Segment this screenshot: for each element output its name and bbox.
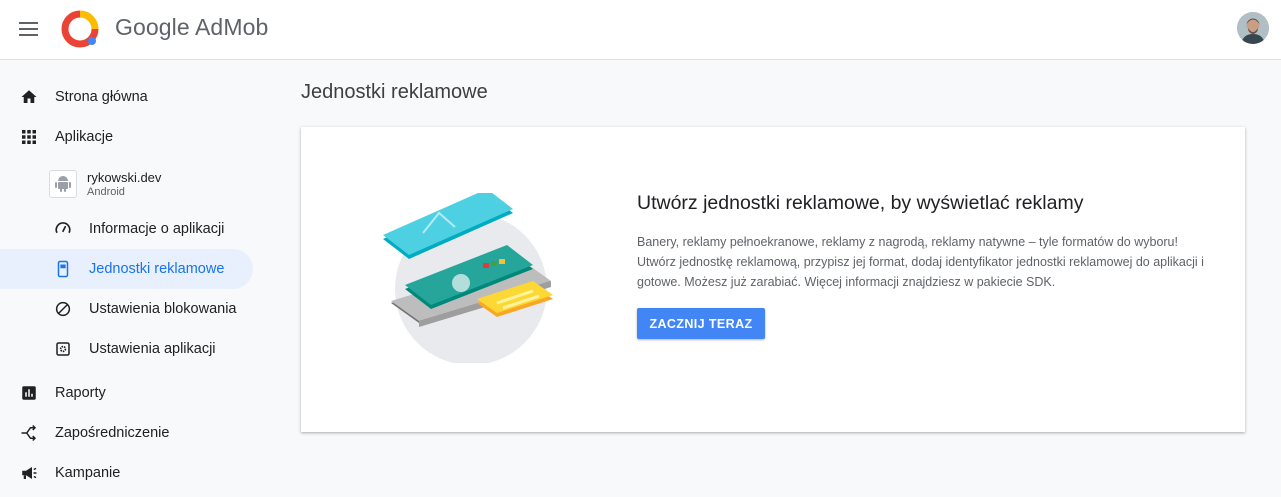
- sidebar-item-label: Kampanie: [55, 465, 121, 481]
- top-app-bar: Google AdMob: [0, 0, 1281, 60]
- get-started-button[interactable]: ZACZNIJ TERAZ: [637, 308, 765, 339]
- apps-grid-icon: [20, 128, 38, 146]
- sidebar-item-campaigns[interactable]: Kampanie: [0, 453, 253, 493]
- sidebar-nav: Strona główna Aplikacje rykowski.dev And…: [0, 60, 270, 497]
- sidebar-item-home[interactable]: Strona główna: [0, 77, 253, 117]
- sidebar-item-blocking-settings[interactable]: Ustawienia blokowania: [0, 289, 253, 329]
- ad-formats-illustration: [383, 193, 553, 363]
- megaphone-icon: [20, 464, 38, 482]
- hamburger-menu-icon[interactable]: [14, 14, 44, 44]
- sidebar-item-mediation[interactable]: Zapośredniczenie: [0, 413, 253, 453]
- bar-chart-icon: [20, 384, 38, 402]
- sidebar-item-label: Ustawienia aplikacji: [89, 341, 216, 357]
- block-icon: [54, 300, 72, 318]
- sidebar-item-label: Strona główna: [55, 89, 148, 105]
- sidebar-item-reports[interactable]: Raporty: [0, 373, 253, 413]
- ad-unit-icon: [54, 260, 72, 278]
- user-avatar[interactable]: [1237, 12, 1269, 44]
- android-icon: [49, 170, 77, 198]
- sidebar-item-apps[interactable]: Aplikacje: [0, 117, 253, 157]
- home-icon: [20, 88, 38, 106]
- brand-title[interactable]: Google AdMob: [115, 14, 268, 41]
- app-settings-icon: [54, 340, 72, 358]
- sidebar-item-label: Zapośredniczenie: [55, 425, 170, 441]
- mediation-icon: [20, 424, 38, 442]
- app-entry[interactable]: rykowski.dev Android: [49, 168, 249, 202]
- sidebar-item-label: Jednostki reklamowe: [89, 261, 225, 277]
- admob-logo-icon[interactable]: [61, 10, 99, 48]
- speedometer-icon: [54, 220, 72, 238]
- sidebar-item-ad-units[interactable]: Jednostki reklamowe: [0, 249, 253, 289]
- empty-state-title: Utwórz jednostki reklamowe, by wyświetla…: [637, 192, 1084, 214]
- sidebar-item-label: Informacje o aplikacji: [89, 221, 225, 237]
- sidebar-item-label: Ustawienia blokowania: [89, 301, 237, 317]
- app-name: rykowski.dev: [87, 170, 162, 185]
- app-platform: Android: [87, 186, 125, 198]
- sidebar-item-label: Raporty: [55, 385, 106, 401]
- empty-state-description: Banery, reklamy pełnoekranowe, reklamy z…: [637, 235, 1204, 289]
- sidebar-item-app-settings[interactable]: Ustawienia aplikacji: [0, 329, 253, 369]
- sidebar-item-app-info[interactable]: Informacje o aplikacji: [0, 209, 253, 249]
- empty-state-card: Utwórz jednostki reklamowe, by wyświetla…: [301, 127, 1245, 432]
- page-title: Jednostki reklamowe: [301, 81, 488, 103]
- sidebar-item-label: Aplikacje: [55, 129, 114, 145]
